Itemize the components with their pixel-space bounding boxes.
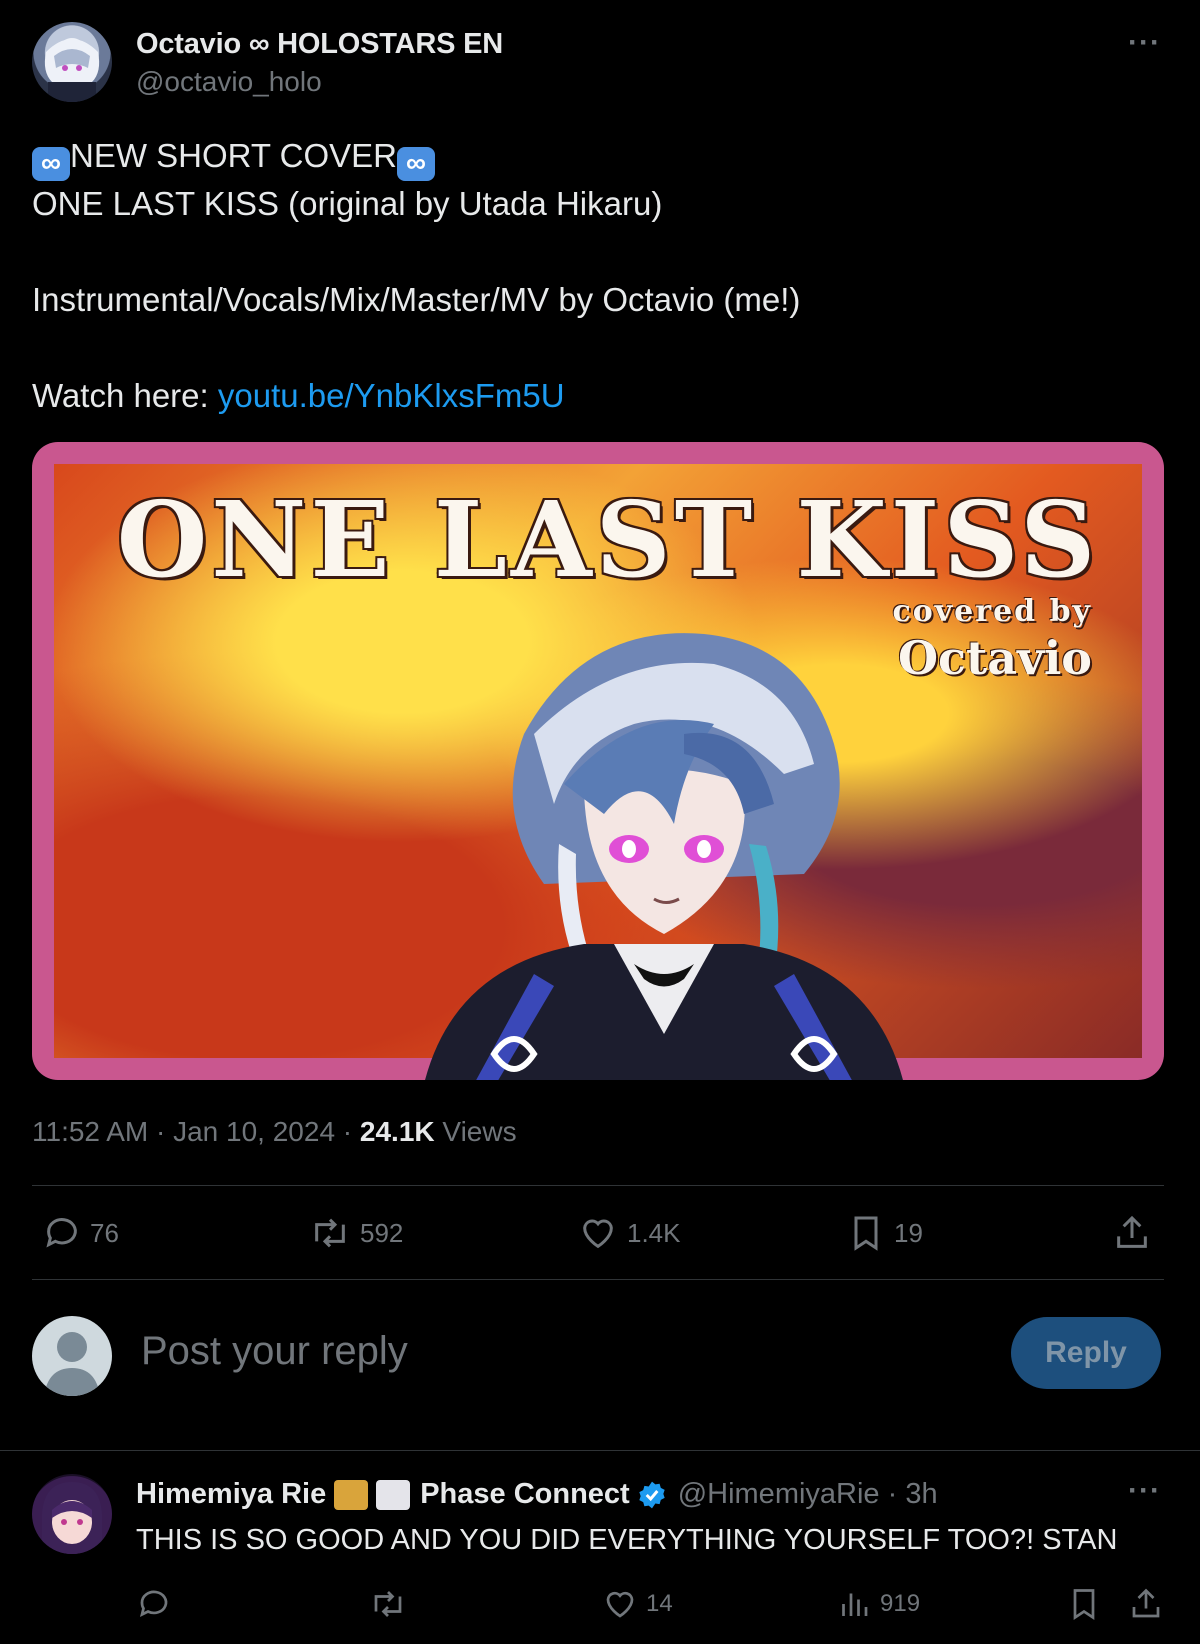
reply-author-affiliation[interactable]: Phase Connect [420, 1478, 630, 1511]
bookmark-action[interactable]: 19 [846, 1210, 923, 1256]
reply-icon [139, 1590, 168, 1618]
reply-author-handle[interactable]: @HimemiyaRie · 3h [678, 1478, 938, 1511]
love-letter-emoji-icon [376, 1479, 411, 1510]
character-illustration [425, 633, 903, 1080]
share-icon [1132, 1588, 1160, 1618]
reply-like-count: 14 [646, 1590, 673, 1617]
reply-more-options-icon[interactable]: ··· [1128, 1474, 1161, 1508]
views-count: 24.1K [359, 1116, 435, 1147]
repost-action[interactable]: 592 [308, 1210, 403, 1256]
post-timestamp[interactable]: 11:52 AM · Jan 10, 2024 · [32, 1116, 360, 1147]
heart-icon [583, 1219, 613, 1249]
author-handle[interactable]: @octavio_holo [136, 66, 322, 98]
heart-icon [606, 1591, 634, 1618]
like-count: 1.4K [627, 1217, 681, 1248]
views-label: Views [434, 1116, 517, 1147]
divider [32, 1279, 1164, 1280]
thumbnail-artist: Octavio [897, 631, 1092, 685]
crown-emoji-icon [334, 1479, 369, 1510]
reply-author[interactable]: Himemiya Rie Phase Connect @HimemiyaRie … [136, 1478, 938, 1511]
reply-views-action[interactable]: 919 [836, 1584, 920, 1624]
user-avatar[interactable] [32, 1316, 112, 1396]
section-divider [0, 1450, 1200, 1451]
share-action[interactable] [1112, 1210, 1160, 1256]
reply-author-name[interactable]: Himemiya Rie [136, 1478, 326, 1511]
reply-count: 76 [90, 1217, 119, 1248]
reply-author-avatar[interactable] [32, 1474, 112, 1554]
reply-text: THIS IS SO GOOD AND YOU DID EVERYTHING Y… [136, 1524, 1118, 1556]
bookmark-count: 19 [894, 1217, 923, 1248]
youtube-link[interactable]: youtu.be/YnbKlxsFm5U [218, 377, 565, 414]
reply-like-action[interactable]: 14 [602, 1584, 673, 1624]
thumbnail-background: ONE LAST KISS covered by Octavio [54, 464, 1142, 1080]
divider [32, 1185, 1164, 1186]
post-text-line3: Instrumental/Vocals/Mix/Master/MV by Oct… [32, 281, 801, 318]
default-avatar-icon [44, 1332, 100, 1396]
repost-icon [315, 1218, 345, 1248]
infinity-emoji-icon: ∞ [397, 147, 435, 181]
reply-action[interactable]: 76 [42, 1210, 119, 1256]
reply-icon [46, 1218, 77, 1248]
like-action[interactable]: 1.4K [577, 1210, 681, 1256]
bookmark-icon [854, 1216, 878, 1251]
repost-count: 592 [360, 1217, 404, 1248]
reply-input[interactable]: Post your reply [141, 1329, 408, 1374]
bookmark-icon [1073, 1589, 1095, 1621]
repost-icon [374, 1591, 402, 1617]
reply-share-action[interactable] [1128, 1584, 1172, 1624]
post-text-line4: Watch here: [32, 377, 218, 414]
analytics-icon [842, 1593, 868, 1616]
thumbnail-credit: covered by Octavio [892, 594, 1092, 685]
reply-reply-action[interactable] [136, 1584, 180, 1624]
more-options-icon[interactable]: ··· [1128, 26, 1161, 60]
post-text-line2: ONE LAST KISS (original by Utada Hikaru) [32, 185, 663, 222]
post-text-line1: NEW SHORT COVER [70, 137, 397, 174]
post-text: ∞ NEW SHORT COVER ∞ ONE LAST KISS (origina… [32, 132, 1162, 420]
reply-repost-action[interactable] [368, 1584, 416, 1624]
verified-badge-icon [639, 1481, 665, 1508]
post-meta: 11:52 AM · Jan 10, 2024 · 24.1K Views [32, 1116, 517, 1148]
author-avatar[interactable] [32, 22, 112, 102]
author-name[interactable]: Octavio ∞ HOLOSTARS EN [136, 28, 503, 61]
reply-button[interactable]: Reply [1011, 1317, 1161, 1389]
thumbnail-covered-by: covered by [892, 594, 1092, 629]
share-icon [1117, 1215, 1147, 1248]
infinity-emoji-icon: ∞ [32, 147, 70, 181]
video-thumbnail[interactable]: ONE LAST KISS covered by Octavio [32, 442, 1164, 1080]
reply-bookmark-action[interactable] [1066, 1584, 1110, 1624]
reply-view-count: 919 [880, 1590, 921, 1617]
thumbnail-title: ONE LAST KISS [116, 478, 1100, 601]
